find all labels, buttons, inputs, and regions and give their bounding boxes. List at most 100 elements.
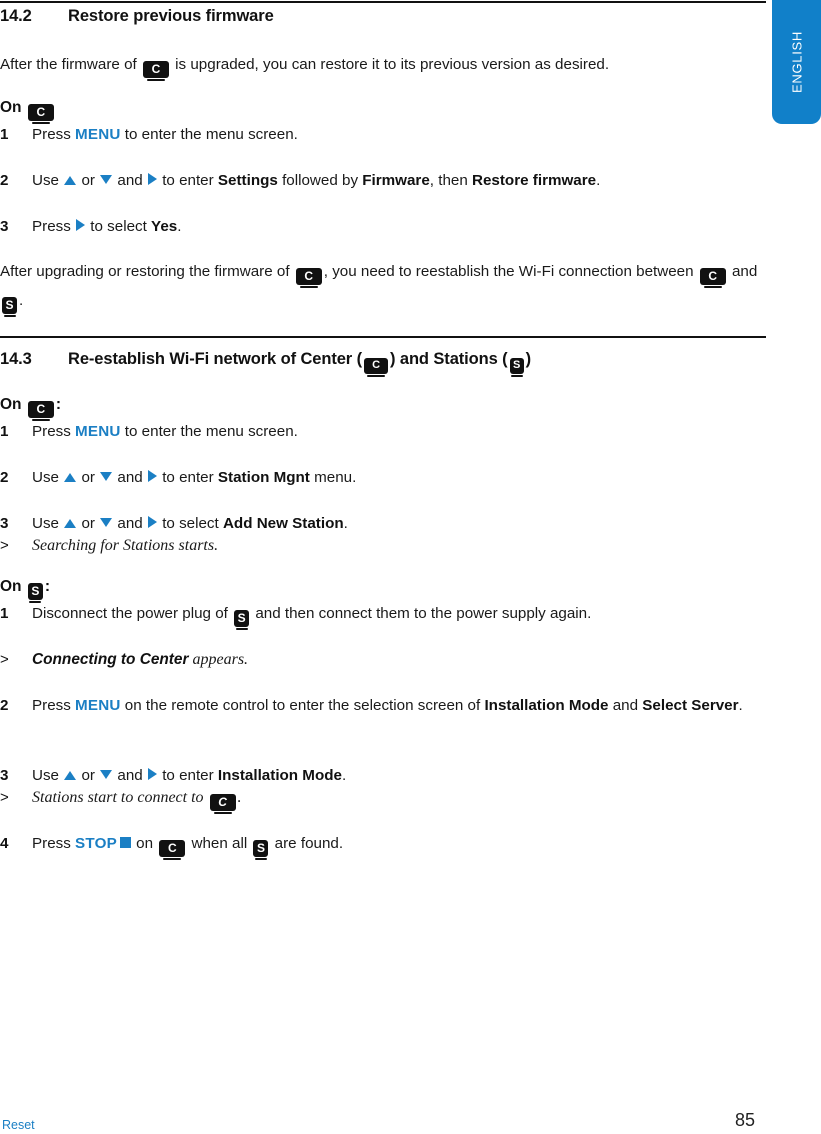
step-body: Press to select Yes. [32, 214, 766, 239]
note-item: > Searching for Stations starts. [0, 533, 766, 558]
step-text: and [113, 515, 147, 532]
note-item: > Stations start to connect to C. [0, 785, 766, 814]
step-text: . [596, 172, 601, 189]
station-device-letter: S [234, 610, 250, 627]
heading-14-3-title-b: ) and Stations ( [390, 350, 508, 368]
step-text: . [738, 697, 743, 714]
step-text: and [113, 172, 147, 189]
step-text: Use [32, 767, 64, 784]
heading-14-3-title-a: Re-establish Wi-Fi network of Center ( [68, 350, 362, 368]
center-device-letter: C [295, 268, 322, 285]
step-marker: 3 [0, 218, 9, 235]
step-text: and [113, 469, 147, 486]
center-device-letter: C [142, 61, 169, 78]
intro-paragraph-14-2: After the firmware of C is upgraded, you… [0, 52, 760, 81]
menu-name-select-server: Select Server [642, 697, 739, 714]
station-device-stand [510, 375, 523, 377]
step-text: . [343, 515, 348, 532]
heading-14-2-number: 14.2 [0, 7, 32, 25]
step-marker: 4 [0, 835, 9, 852]
menu-name-installation-mode: Installation Mode [217, 767, 342, 784]
heading-14-3: 14.3 Re-establish Wi-Fi network of Center… [0, 350, 531, 377]
center-device-icon: C [209, 794, 236, 814]
station-device-icon: S [234, 610, 250, 630]
step-text: when all [187, 835, 252, 852]
step-text: Use [32, 515, 64, 532]
note-text: Stations start to connect to [32, 789, 208, 806]
step-text: to enter the menu screen. [120, 423, 298, 440]
on-label: On [0, 99, 22, 116]
note-marker: > [0, 789, 9, 806]
note-item: > Connecting to Center appears. [0, 647, 766, 672]
step-text: . [341, 767, 347, 784]
stop-square-icon [119, 837, 131, 848]
heading-14-2: 14.2 Restore previous firmware [0, 7, 274, 26]
note-text: appears. [188, 651, 249, 668]
menu-name-yes: Yes [151, 218, 178, 235]
step-item: 2 Use or and to enter Station Mgnt menu. [0, 465, 766, 490]
display-message-connecting: Connecting to Center [32, 651, 189, 668]
note-body: Connecting to Center appears. [32, 647, 766, 672]
section-divider [0, 336, 766, 338]
center-device-stand [163, 858, 182, 860]
heading-14-3-number: 14.3 [0, 350, 32, 368]
station-device-icon: S [253, 840, 269, 860]
arrow-right-icon [147, 470, 157, 482]
step-text: followed by [277, 172, 363, 189]
step-text: Use [32, 469, 64, 486]
step-text: or [77, 515, 100, 532]
step-text: Press [32, 423, 76, 440]
step-text: and [608, 697, 643, 714]
station-device-letter: S [509, 358, 524, 374]
step-item: 3 Press to select Yes. [0, 214, 766, 239]
step-text: to enter [157, 469, 218, 486]
step-marker: 2 [0, 469, 9, 486]
center-device-stand [703, 286, 722, 288]
step-text: Press [32, 218, 76, 235]
outro-text-b: , you need to reestablish the Wi-Fi conn… [323, 263, 698, 280]
step-text: or [77, 172, 100, 189]
center-device-letter: C [27, 104, 54, 121]
step-body: Press MENU on the remote control to ente… [32, 693, 766, 718]
arrow-up-icon [64, 473, 77, 482]
step-marker: 2 [0, 172, 9, 189]
station-device-icon: S [2, 297, 17, 317]
step-body: Use or and to enter Station Mgnt menu. [32, 465, 766, 490]
step-text: Press [32, 126, 76, 143]
step-text: Press [32, 697, 76, 714]
arrow-right-icon [76, 219, 86, 231]
step-body: Press STOP on C when all S are found. [32, 831, 766, 860]
center-device-letter: C [364, 358, 388, 374]
step-text: menu. [309, 469, 357, 486]
step-text: or [77, 767, 100, 784]
top-divider [0, 1, 766, 3]
heading-14-3-title-c: ) [525, 350, 532, 368]
menu-key-label: MENU [75, 423, 121, 440]
step-text: to select [86, 218, 152, 235]
subhead-on-center-14-3: On C: [0, 396, 61, 421]
outro-text-c: and [727, 263, 758, 280]
note-marker: > [0, 651, 9, 668]
center-device-icon: C [364, 358, 388, 377]
center-device-stand [146, 79, 165, 81]
arrow-up-icon [64, 176, 77, 185]
step-marker: 2 [0, 697, 9, 714]
on-label: On [0, 578, 22, 595]
note-body: Searching for Stations starts. [32, 537, 219, 554]
station-device-stand [235, 628, 248, 630]
menu-name-installation-mode: Installation Mode [484, 697, 609, 714]
outro-text-a: After upgrading or restoring the firmwar… [0, 263, 294, 280]
subhead-on-station: On S: [0, 578, 50, 603]
center-device-icon: C [27, 401, 54, 421]
step-item: 4 Press STOP on C when all S are found. [0, 831, 766, 860]
arrow-up-icon [64, 771, 77, 780]
intro-text-b: is upgraded, you can restore it to its p… [170, 56, 610, 73]
note-body: Stations start to connect to C. [32, 785, 766, 814]
center-device-icon: C [27, 104, 54, 124]
step-text: Press [32, 835, 76, 852]
center-device-icon: C [699, 268, 726, 288]
center-device-icon: C [159, 840, 186, 860]
step-text: to enter [157, 767, 218, 784]
step-text: or [77, 469, 100, 486]
arrow-down-icon [100, 175, 113, 184]
